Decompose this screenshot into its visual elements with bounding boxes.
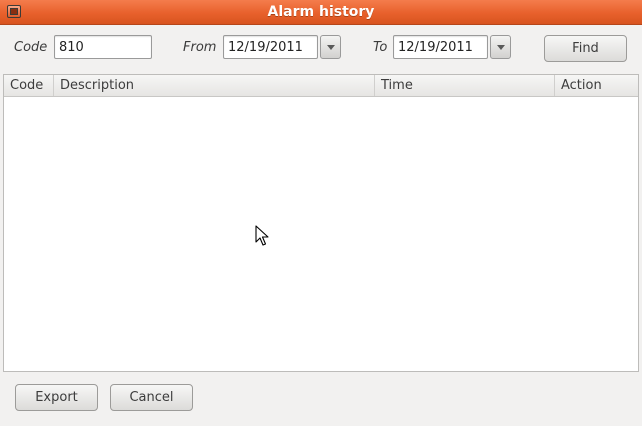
from-label: From — [183, 40, 217, 55]
alarm-history-window: Alarm history Code From To Find Code Des… — [0, 0, 642, 426]
title-bar[interactable]: Alarm history — [0, 0, 642, 25]
table-body — [4, 97, 638, 371]
column-header-code[interactable]: Code — [4, 75, 54, 96]
column-header-time[interactable]: Time — [375, 75, 555, 96]
code-label: Code — [14, 40, 48, 55]
find-button[interactable]: Find — [544, 35, 627, 62]
from-date-input[interactable] — [223, 35, 318, 59]
to-date-dropdown-button[interactable] — [490, 35, 511, 59]
column-header-action[interactable]: Action — [555, 75, 638, 96]
close-icon-glyph — [10, 8, 18, 15]
mouse-pointer-icon — [255, 225, 269, 246]
table-header: Code Description Time Action — [4, 75, 638, 97]
to-date-input[interactable] — [393, 35, 488, 59]
column-header-description[interactable]: Description — [54, 75, 375, 96]
export-button[interactable]: Export — [15, 384, 98, 411]
code-input[interactable] — [54, 35, 152, 59]
to-label: To — [373, 40, 388, 55]
alarm-history-table[interactable]: Code Description Time Action — [3, 74, 639, 372]
chevron-down-icon — [327, 45, 335, 50]
cancel-button[interactable]: Cancel — [110, 384, 193, 411]
from-date-dropdown-button[interactable] — [320, 35, 341, 59]
window-title: Alarm history — [267, 4, 375, 20]
close-icon[interactable] — [7, 5, 21, 18]
chevron-down-icon — [497, 45, 505, 50]
